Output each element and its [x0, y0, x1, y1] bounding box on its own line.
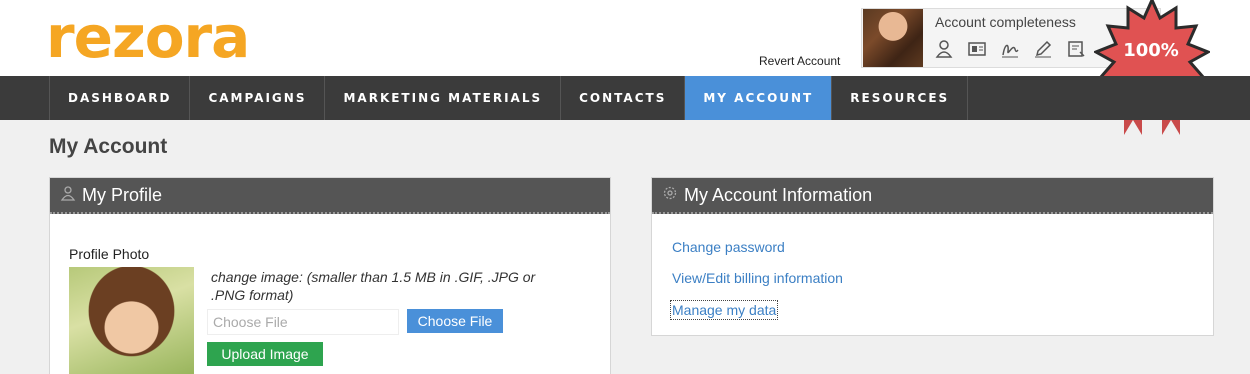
- my-profile-header: My Profile: [50, 178, 610, 214]
- nav-marketing-materials[interactable]: MARKETING MATERIALS: [325, 76, 562, 120]
- change-image-instructions: change image: (smaller than 1.5 MB in .G…: [211, 269, 536, 303]
- manage-my-data-link[interactable]: Manage my data: [669, 300, 779, 320]
- nav-my-account[interactable]: MY ACCOUNT: [685, 76, 833, 120]
- avatar[interactable]: [863, 9, 923, 67]
- revert-account-link[interactable]: Revert Account: [759, 54, 840, 68]
- profile-photo-label: Profile Photo: [69, 246, 150, 262]
- completeness-percent: 100%: [1123, 40, 1179, 61]
- account-completeness-label: Account completeness: [935, 14, 1076, 30]
- account-info-title: My Account Information: [684, 185, 873, 205]
- rezora-logo[interactable]: rezora: [46, 2, 250, 72]
- completeness-icons: [934, 39, 1086, 64]
- billing-information-link[interactable]: View/Edit billing information: [672, 270, 843, 286]
- main-navbar: DASHBOARD CAMPAIGNS MARKETING MATERIALS …: [0, 76, 1250, 120]
- profile-photo: [69, 267, 194, 374]
- change-password-link[interactable]: Change password: [672, 239, 785, 255]
- nav-dashboard[interactable]: DASHBOARD: [49, 76, 191, 120]
- nav-campaigns[interactable]: CAMPAIGNS: [190, 76, 326, 120]
- signature-icon[interactable]: [1000, 39, 1020, 64]
- my-account-information-card: My Account Information Change password V…: [651, 177, 1214, 336]
- file-name-field[interactable]: Choose File: [207, 309, 399, 335]
- gear-icon: [662, 178, 678, 212]
- nav-contacts[interactable]: CONTACTS: [561, 76, 686, 120]
- page-title: My Account: [49, 135, 168, 158]
- nav-menu: DASHBOARD CAMPAIGNS MARKETING MATERIALS …: [49, 76, 969, 120]
- id-card-icon[interactable]: [967, 39, 987, 64]
- nav-resources[interactable]: RESOURCES: [832, 76, 969, 120]
- pencil-icon[interactable]: [1033, 39, 1053, 64]
- choose-file-button[interactable]: Choose File: [407, 309, 503, 333]
- upload-image-button[interactable]: Upload Image: [207, 342, 323, 366]
- account-info-header: My Account Information: [652, 178, 1213, 214]
- report-icon[interactable]: [1066, 39, 1086, 64]
- top-header: rezora Revert Account Account completene…: [0, 0, 1250, 135]
- my-profile-title: My Profile: [82, 185, 163, 205]
- user-icon: [60, 178, 76, 212]
- user-icon[interactable]: [934, 39, 954, 64]
- my-profile-card: My Profile Profile Photo change image: (…: [49, 177, 611, 374]
